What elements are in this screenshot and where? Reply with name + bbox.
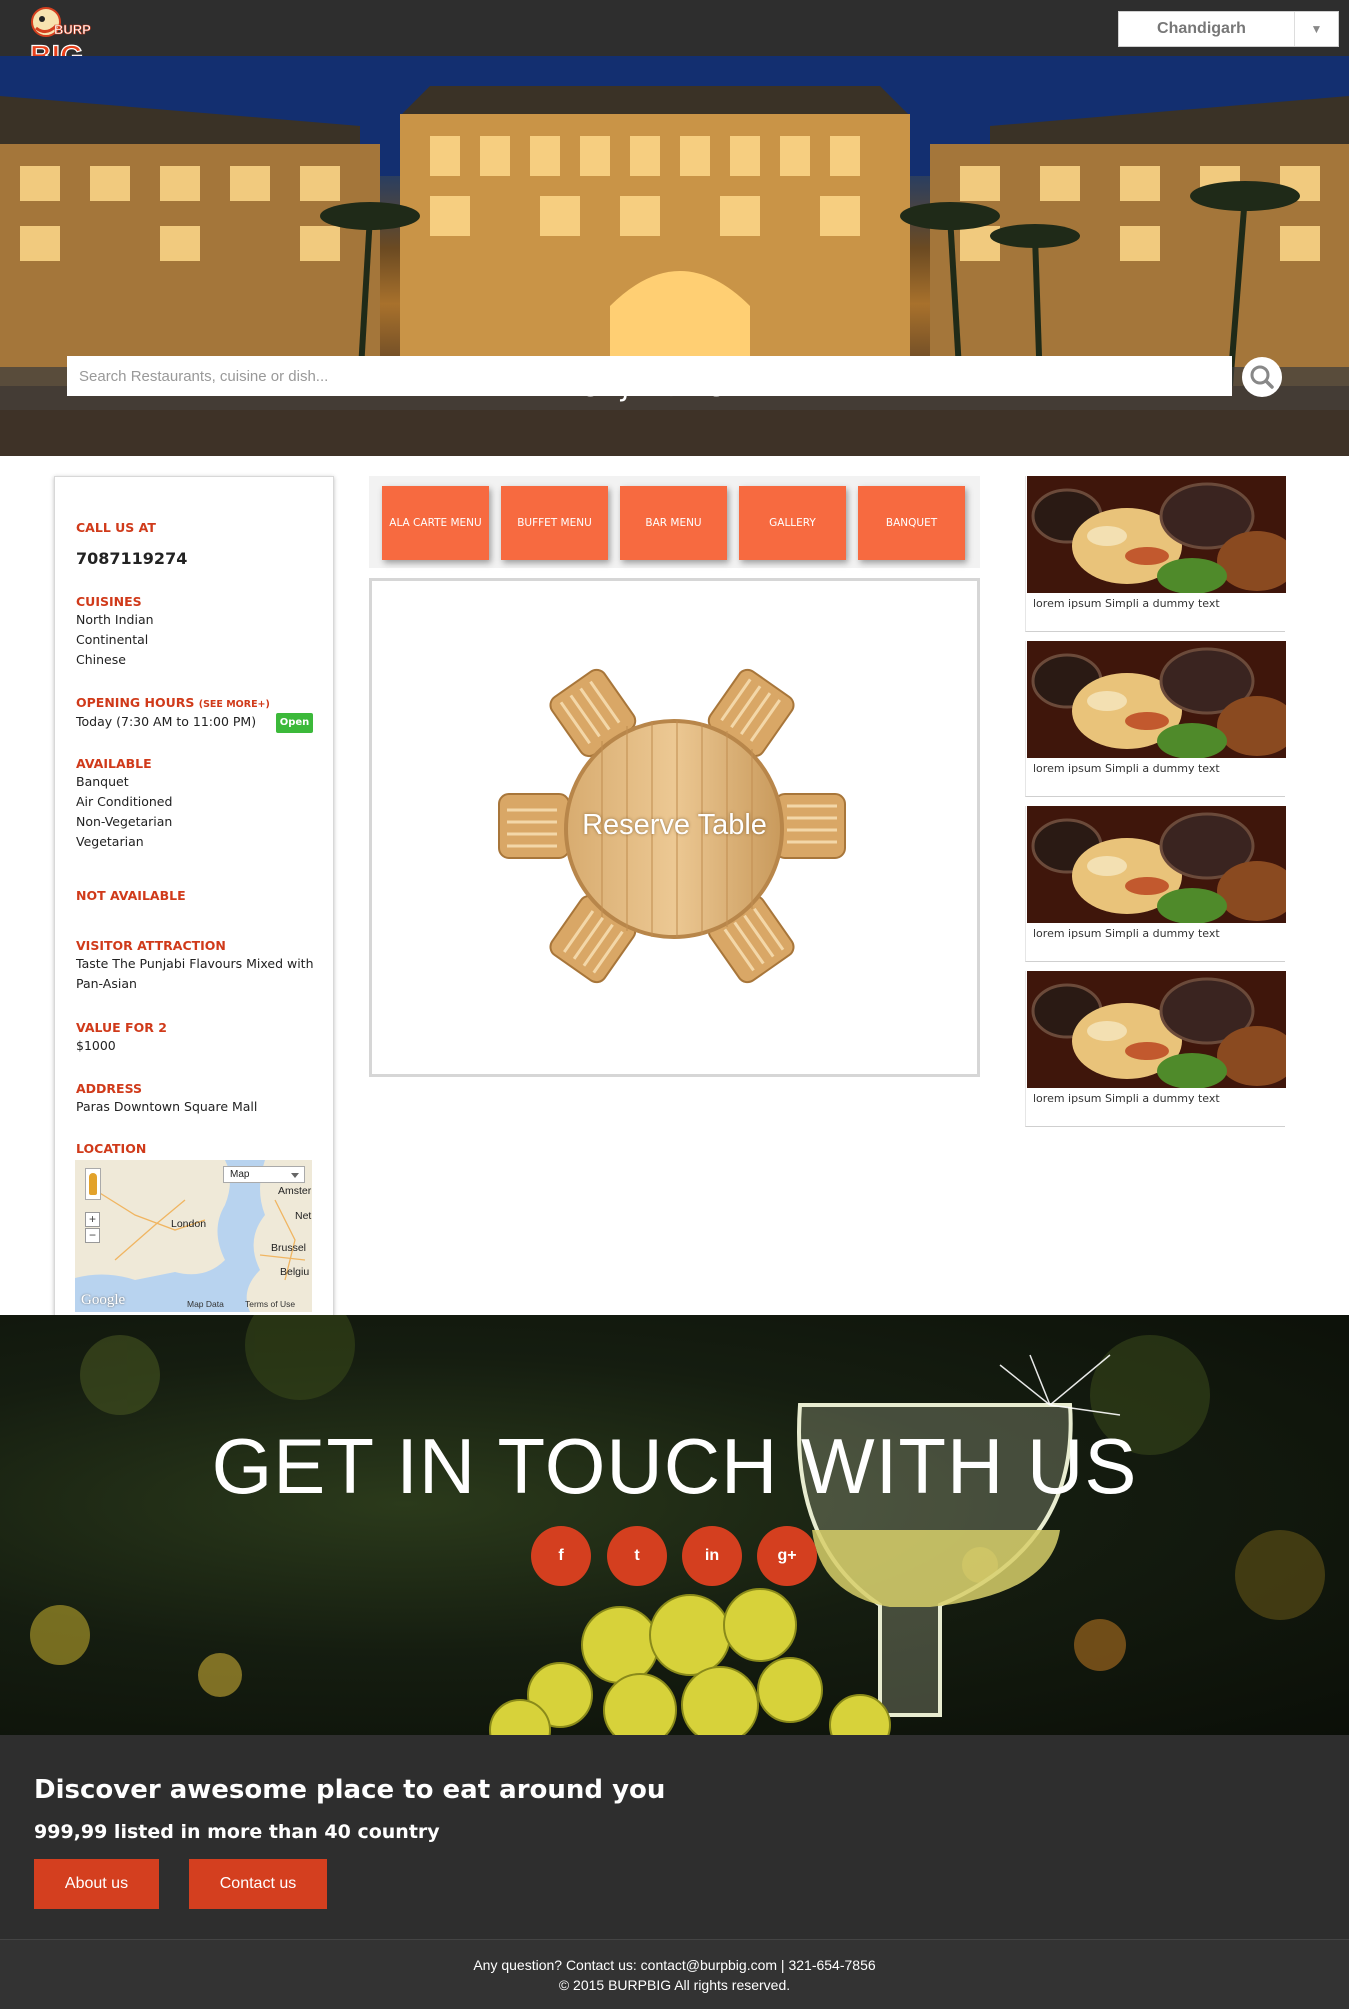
value-for-two: $1000 (76, 1038, 116, 1053)
address-label: ADDRESS (76, 1081, 143, 1096)
see-more-link[interactable]: (SEE MORE+) (199, 699, 270, 710)
facebook-icon: f (558, 1547, 564, 1564)
svg-text:BURP: BURP (54, 22, 91, 37)
visitor-attraction-text: Taste The Punjabi Flavours Mixed with (76, 956, 314, 971)
tab-buffet-menu[interactable]: BUFFET MENU (501, 486, 608, 560)
wine-grapes-image (30, 1315, 1325, 1735)
value-for-two-label: VALUE FOR 2 (76, 1020, 167, 1035)
facebook-button[interactable]: f (531, 1526, 591, 1586)
map-city-label: Amster (278, 1185, 312, 1197)
search-icon (1250, 365, 1274, 389)
reserve-table-panel[interactable]: Reserve Table (369, 578, 980, 1077)
location-label: LOCATION (76, 1141, 147, 1156)
open-status-badge: Open (276, 713, 313, 733)
promo-card[interactable]: lorem ipsum Simpli a dummy text (1025, 971, 1286, 1127)
restaurant-info-card: CALL US AT 7087119274 CUISINES North Ind… (54, 476, 334, 1316)
google-plus-button[interactable]: g+ (757, 1526, 817, 1586)
google-plus-icon: g+ (777, 1547, 797, 1564)
search-input[interactable] (67, 356, 1232, 396)
food-platter-image (1027, 971, 1286, 1088)
not-available-label: NOT AVAILABLE (76, 888, 186, 903)
discover-section: Discover awesome place to eat around you… (0, 1735, 1349, 1939)
food-platter-image (1027, 476, 1286, 593)
city-select[interactable]: Chandigarh ▼ (1118, 11, 1339, 47)
map-city-label: London (171, 1218, 207, 1230)
search-button[interactable] (1242, 357, 1282, 397)
visitor-attraction-text: Pan-Asian (76, 976, 137, 991)
map-zoom-in-button[interactable]: + (85, 1212, 100, 1227)
address-value: Paras Downtown Square Mall (76, 1099, 258, 1114)
menu-tab-bar: ALA CARTE MENU BUFFET MENU BAR MENU GALL… (369, 476, 980, 568)
tab-bar-menu[interactable]: BAR MENU (620, 486, 727, 560)
visitor-attraction-label: VISITOR ATTRACTION (76, 938, 226, 953)
discover-subtitle: 999,99 listed in more than 40 country (34, 1821, 440, 1843)
map-data-link[interactable]: Map Data (187, 1299, 224, 1309)
linkedin-icon: in (704, 1547, 720, 1564)
footer-contact-line: Any question? Contact us: contact@burpbi… (473, 1957, 876, 1973)
cuisine-item: North Indian (76, 612, 154, 627)
map-city-label: Net (295, 1210, 312, 1222)
city-select-value: Chandigarh (1157, 20, 1246, 37)
twitter-button[interactable]: t (607, 1526, 667, 1586)
map-zoom-out-button[interactable]: − (85, 1228, 100, 1243)
promo-caption: lorem ipsum Simpli a dummy text (1033, 762, 1220, 775)
tab-ala-carte-menu[interactable]: ALA CARTE MENU (382, 486, 489, 560)
top-bar: BURP BIG Chandigarh ▼ (0, 0, 1349, 74)
food-platter-image (1027, 641, 1286, 758)
map-terms-link[interactable]: Terms of Use (245, 1299, 295, 1309)
google-logo: Google (81, 1292, 126, 1308)
tab-gallery[interactable]: GALLERY (739, 486, 846, 560)
map-type-select[interactable]: Map (223, 1166, 305, 1183)
footer-copyright: © 2015 BURPBIG All rights reserved. (558, 1977, 791, 1993)
available-label: AVAILABLE (76, 756, 152, 771)
cuisines-label: CUISINES (76, 594, 142, 609)
available-item: Non-Vegetarian (76, 814, 173, 829)
promo-card[interactable]: lorem ipsum Simpli a dummy text (1025, 476, 1286, 632)
phone-number[interactable]: 7087119274 (76, 549, 187, 568)
get-in-touch-section: GET IN TOUCH WITH US f t in g+ (0, 1315, 1349, 1735)
twitter-icon: t (634, 1547, 640, 1564)
available-item: Vegetarian (76, 834, 144, 849)
promo-caption: lorem ipsum Simpli a dummy text (1033, 927, 1220, 940)
tab-banquet[interactable]: BANQUET (858, 486, 965, 560)
contact-us-button[interactable]: Contact us (189, 1859, 327, 1909)
available-item: Air Conditioned (76, 794, 173, 809)
location-map[interactable]: + − Map London Amster Net Brussel Belgiu… (75, 1160, 312, 1312)
food-platter-image (1027, 806, 1286, 923)
available-item: Banquet (76, 774, 129, 789)
map-city-label: Brussel (271, 1242, 307, 1254)
about-us-button[interactable]: About us (34, 1859, 159, 1909)
get-in-touch-title: GET IN TOUCH WITH US (211, 1422, 1138, 1510)
reserve-table-label[interactable]: Reserve Table (372, 809, 977, 842)
promo-caption: lorem ipsum Simpli a dummy text (1033, 597, 1220, 610)
linkedin-button[interactable]: in (682, 1526, 742, 1586)
street-view-pegman-icon[interactable] (85, 1168, 101, 1200)
opening-hours-label: OPENING HOURS (SEE MORE+) (76, 695, 270, 710)
discover-title: Discover awesome place to eat around you (34, 1775, 666, 1805)
promo-card[interactable]: lorem ipsum Simpli a dummy text (1025, 641, 1286, 797)
promo-card[interactable]: lorem ipsum Simpli a dummy text (1025, 806, 1286, 962)
promo-caption: lorem ipsum Simpli a dummy text (1033, 1092, 1220, 1105)
footer-bar: Any question? Contact us: contact@burpbi… (0, 1939, 1349, 2009)
hero-banner: PUNJABI NORAH (0, 56, 1349, 456)
cuisine-item: Continental (76, 632, 149, 647)
opening-hours-value: Today (7:30 AM to 11:00 PM) (76, 714, 257, 729)
map-city-label: Belgiu (280, 1266, 310, 1278)
cuisine-item: Chinese (76, 652, 126, 667)
chevron-down-icon: ▼ (1294, 12, 1338, 46)
call-label: CALL US AT (76, 520, 156, 535)
